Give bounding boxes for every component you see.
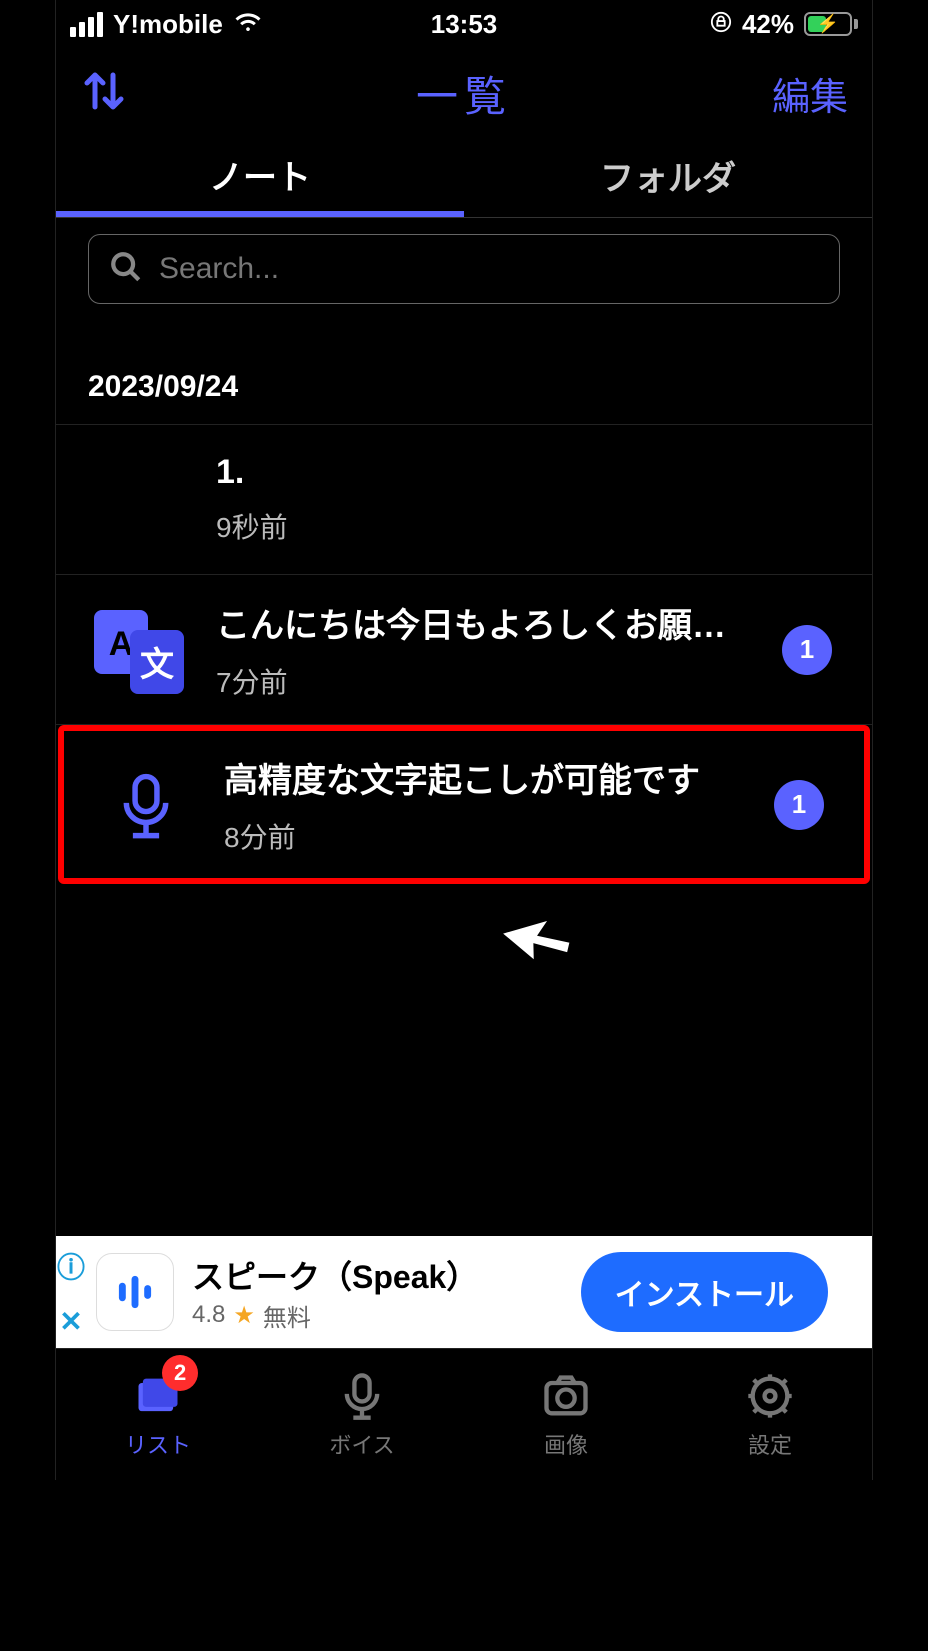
- bottom-tab-bar: 2 リスト ボイス 画像 設定: [56, 1348, 872, 1480]
- tab-image[interactable]: 画像: [464, 1349, 668, 1480]
- note-item[interactable]: 1. 9秒前: [56, 425, 872, 575]
- svg-text:A: A: [109, 625, 134, 663]
- edit-button[interactable]: 編集: [772, 66, 848, 121]
- sort-button[interactable]: [80, 67, 128, 120]
- ad-rating: 4.8: [192, 1301, 225, 1329]
- tab-notes[interactable]: ノート: [56, 138, 464, 217]
- clock: 13:53: [431, 9, 498, 40]
- nav-bar: 一覧 編集: [56, 48, 872, 138]
- date-heading: 2023/09/24: [56, 320, 872, 425]
- tab-bar: ノート フォルダ: [56, 138, 872, 218]
- ad-app-icon: [96, 1253, 174, 1331]
- status-bar: Y!mobile 13:53 42% ⚡: [56, 0, 872, 48]
- pointer-cursor-icon: [492, 907, 582, 1002]
- note-item[interactable]: A 文 こんにちは今日もよろしくお願い… 7分前 1: [56, 575, 872, 725]
- note-title: 1.: [216, 453, 852, 492]
- tab-settings[interactable]: 設定: [668, 1349, 872, 1480]
- tab-voice[interactable]: ボイス: [260, 1349, 464, 1480]
- note-timestamp: 8分前: [224, 816, 746, 856]
- note-timestamp: 7分前: [216, 661, 754, 701]
- note-item-highlighted[interactable]: 高精度な文字起こしが可能です 8分前 1: [58, 725, 870, 884]
- note-title: こんにちは今日もよろしくお願い…: [216, 598, 754, 647]
- install-button[interactable]: インストール: [581, 1252, 828, 1332]
- wifi-icon: [233, 9, 263, 40]
- signal-icon: [70, 12, 103, 37]
- ad-price: 無料: [263, 1298, 311, 1333]
- ad-banner[interactable]: ⓘ✕ スピーク（Speak） 4.8 ★ 無料 インストール: [56, 1236, 872, 1348]
- note-icon-empty: [88, 450, 188, 550]
- battery-pct: 42%: [742, 9, 794, 40]
- battery-icon: ⚡: [804, 12, 858, 36]
- tab-image-label: 画像: [544, 1428, 588, 1460]
- tab-list-label: リスト: [125, 1428, 191, 1460]
- svg-text:文: 文: [140, 646, 174, 684]
- search-field[interactable]: [88, 234, 840, 304]
- ad-title: スピーク（Speak）: [192, 1252, 563, 1298]
- tab-list-badge: 2: [162, 1355, 198, 1391]
- count-badge: 1: [782, 625, 832, 675]
- tab-list[interactable]: 2 リスト: [56, 1349, 260, 1480]
- count-badge: 1: [774, 780, 824, 830]
- star-icon: ★: [233, 1301, 255, 1330]
- rotation-lock-icon: [710, 9, 732, 40]
- note-timestamp: 9秒前: [216, 506, 852, 546]
- ad-choices-icon[interactable]: ⓘ✕: [54, 1236, 88, 1348]
- tab-folders[interactable]: フォルダ: [464, 138, 872, 217]
- note-title: 高精度な文字起こしが可能です: [224, 753, 746, 802]
- page-title: 一覧: [416, 63, 512, 124]
- search-icon: [109, 250, 143, 289]
- translate-icon: A 文: [88, 600, 188, 700]
- microphone-icon: [96, 755, 196, 855]
- carrier-label: Y!mobile: [113, 9, 223, 40]
- tab-settings-label: 設定: [748, 1428, 792, 1460]
- search-input[interactable]: [157, 251, 819, 287]
- tab-voice-label: ボイス: [329, 1428, 394, 1460]
